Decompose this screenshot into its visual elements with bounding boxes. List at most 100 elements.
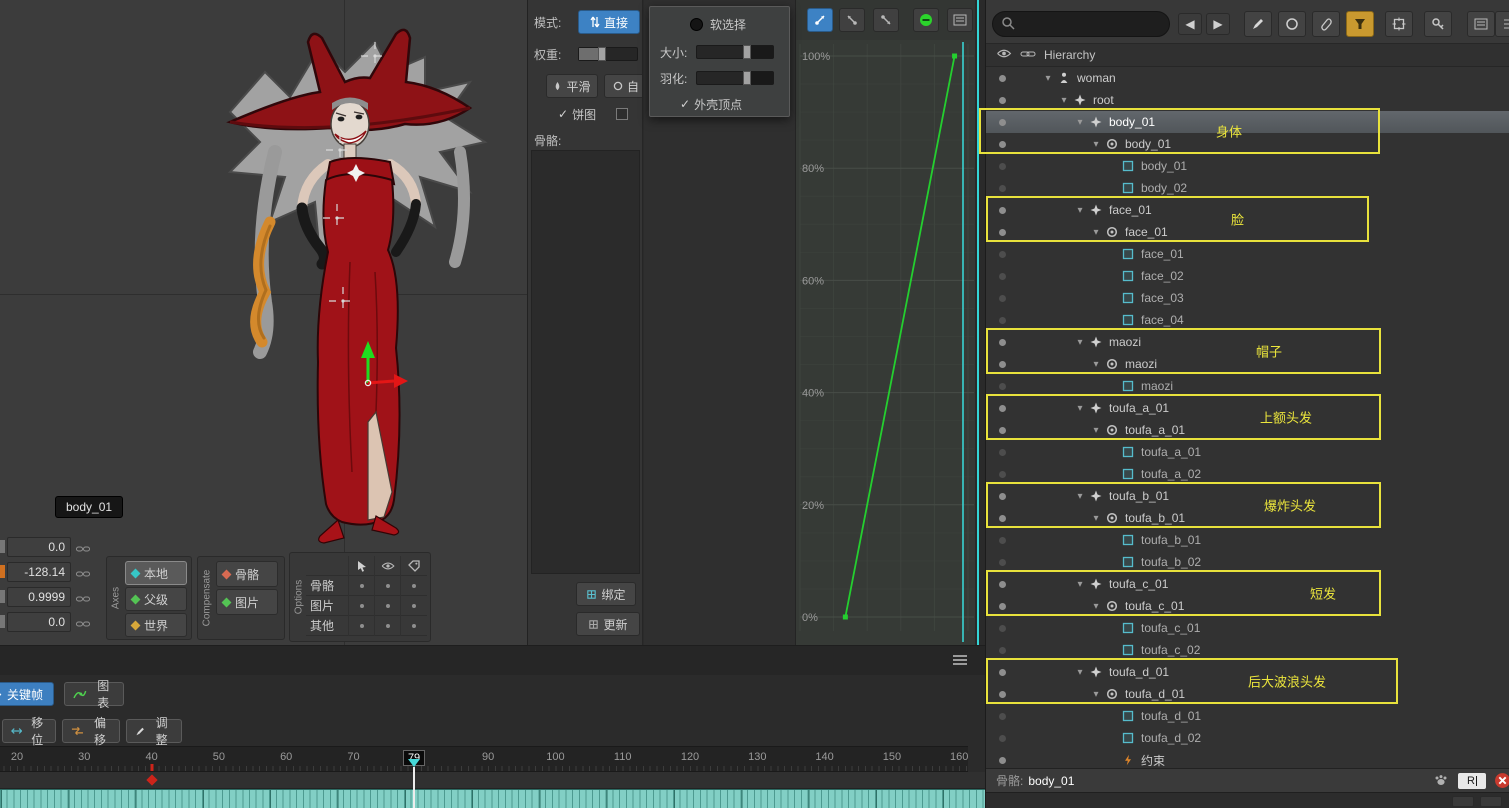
timeline-ruler[interactable]: 79 20304050607090100110120130140150160 (0, 746, 968, 772)
tree-row-maozi[interactable]: maozi (986, 375, 1509, 397)
options-toggle[interactable] (374, 576, 400, 596)
auto-button[interactable]: 自 (604, 74, 643, 98)
options-toggle[interactable] (348, 596, 374, 616)
filter-button[interactable] (1346, 11, 1374, 37)
soft-select-toggle[interactable] (690, 18, 703, 31)
options-toggle[interactable] (348, 616, 374, 636)
expander-icon[interactable]: ▾ (1090, 139, 1102, 150)
tool-offset[interactable]: 偏移 (62, 719, 120, 743)
search-box[interactable] (992, 11, 1170, 37)
tree-row-maozi[interactable]: ▾maozi (986, 331, 1509, 353)
expander-icon[interactable]: ▾ (1074, 337, 1086, 348)
bone-list[interactable] (531, 150, 640, 574)
transform-field[interactable]: 0.0 (7, 612, 71, 632)
playhead-triangle[interactable] (408, 759, 420, 767)
tree-row-toufa_b_01[interactable]: ▾toufa_b_01 (986, 485, 1509, 507)
tree-row-toufa_a_02[interactable]: toufa_a_02 (986, 463, 1509, 485)
tree-row-woman[interactable]: ▾woman (986, 67, 1509, 89)
tree-row-toufa_c_01[interactable]: ▾toufa_c_01 (986, 573, 1509, 595)
keyframe-track[interactable] (0, 772, 985, 789)
link-icon[interactable] (76, 617, 90, 631)
tree-row-toufa_d_01[interactable]: toufa_d_01 (986, 705, 1509, 727)
search-input[interactable] (1019, 17, 1169, 31)
mode-direct-button[interactable]: 直接 (578, 10, 640, 34)
bone-down-button[interactable] (873, 8, 899, 32)
axes-local-button[interactable]: 本地 (125, 561, 187, 585)
expander-icon[interactable]: ▾ (1074, 205, 1086, 216)
tool-adjust[interactable]: 调整 (126, 719, 182, 743)
weight-falloff-graph[interactable]: 100%80%60%40%20%0% (796, 40, 976, 645)
timeline-tracks[interactable] (0, 772, 985, 808)
tree-row-body_01[interactable]: body_01 (986, 155, 1509, 177)
menu-icon[interactable] (953, 655, 967, 665)
expander-icon[interactable]: ▾ (1090, 513, 1102, 524)
expander-icon[interactable]: ▾ (1090, 425, 1102, 436)
rename-badge[interactable]: R (1458, 773, 1486, 789)
keyframe-diamond-red[interactable] (146, 774, 157, 785)
link-icon[interactable] (1020, 48, 1036, 62)
expander-icon[interactable]: ▾ (1074, 403, 1086, 414)
expander-icon[interactable]: ▾ (1042, 73, 1054, 84)
expander-icon[interactable]: ▾ (1074, 579, 1086, 590)
tab-graph[interactable]: 图表 (64, 682, 124, 706)
keyframe-band[interactable] (0, 789, 985, 808)
expander-icon[interactable]: ▾ (1074, 491, 1086, 502)
link-icon[interactable] (76, 567, 90, 581)
close-icon[interactable] (1494, 772, 1509, 792)
circle-tool-button[interactable] (1278, 11, 1306, 37)
curve-point[interactable] (843, 615, 848, 620)
options-toggle[interactable] (348, 576, 374, 596)
key-button[interactable] (1424, 11, 1452, 37)
tree-row-toufa_c_01[interactable]: toufa_c_01 (986, 617, 1509, 639)
bone-up-button[interactable] (839, 8, 865, 32)
eye-icon[interactable] (996, 48, 1012, 62)
bottom-button[interactable] (1480, 796, 1502, 807)
smooth-button[interactable]: 平滑 (546, 74, 598, 98)
bind-button[interactable]: 绑定 (576, 582, 636, 606)
expander-icon[interactable]: ▾ (1090, 359, 1102, 370)
tool-shift[interactable]: 移位 (2, 719, 56, 743)
hull-checkbox[interactable]: ✓ 外壳顶点 (680, 96, 742, 113)
panel-options-button[interactable] (1495, 11, 1509, 37)
expander-icon[interactable]: ▾ (1074, 667, 1086, 678)
secondary-checkbox[interactable] (616, 108, 628, 120)
tree-row-maozi[interactable]: ▾maozi (986, 353, 1509, 375)
transform-field[interactable]: 0.9999 (7, 587, 71, 607)
compensate-images-button[interactable]: 图片 (216, 589, 278, 615)
tree-row-body_01[interactable]: ▾body_01 (986, 133, 1509, 155)
tree-row-root[interactable]: ▾root (986, 89, 1509, 111)
attach-button[interactable] (1312, 11, 1340, 37)
tab-keyframe[interactable]: 关键帧 (0, 682, 54, 706)
forward-button[interactable]: ▶ (1206, 13, 1230, 35)
tree-row-toufa_d_02[interactable]: toufa_d_02 (986, 727, 1509, 749)
axes-parent-button[interactable]: 父级 (125, 587, 187, 611)
cycle-toggle-button[interactable] (913, 8, 939, 32)
tree-row-toufa_d_01[interactable]: ▾toufa_d_01 (986, 683, 1509, 705)
options-toggle[interactable] (374, 596, 400, 616)
expander-icon[interactable]: ▾ (1074, 117, 1086, 128)
update-button[interactable]: 更新 (576, 612, 640, 636)
frame-select-button[interactable] (1385, 11, 1413, 37)
weight-slider[interactable] (578, 47, 638, 61)
axes-world-button[interactable]: 世界 (125, 613, 187, 637)
size-slider[interactable] (696, 45, 774, 59)
tree-row-toufa_a_01[interactable]: ▾toufa_a_01 (986, 397, 1509, 419)
options-toggle[interactable] (400, 616, 426, 636)
tree-row-toufa_c_01[interactable]: ▾toufa_c_01 (986, 595, 1509, 617)
expander-icon[interactable]: ▾ (1090, 601, 1102, 612)
options-toggle[interactable] (400, 596, 426, 616)
tree-row-toufa_b_01[interactable]: toufa_b_01 (986, 529, 1509, 551)
expander-icon[interactable]: ▾ (1090, 689, 1102, 700)
transform-field[interactable]: -128.14 (7, 562, 71, 582)
tree-row-toufa_c_02[interactable]: toufa_c_02 (986, 639, 1509, 661)
tree-row-face_04[interactable]: face_04 (986, 309, 1509, 331)
expander-icon[interactable]: ▾ (1058, 95, 1070, 106)
graph-menu-button[interactable] (947, 8, 973, 32)
gizmo-x-arrow[interactable] (394, 374, 408, 388)
playhead-line[interactable] (413, 767, 415, 808)
tree-row-face_01[interactable]: ▾face_01 (986, 221, 1509, 243)
tree-row-face_01[interactable]: face_01 (986, 243, 1509, 265)
tree-row-toufa_a_01[interactable]: ▾toufa_a_01 (986, 419, 1509, 441)
options-toggle[interactable] (400, 576, 426, 596)
compensate-bones-button[interactable]: 骨骼 (216, 561, 278, 587)
